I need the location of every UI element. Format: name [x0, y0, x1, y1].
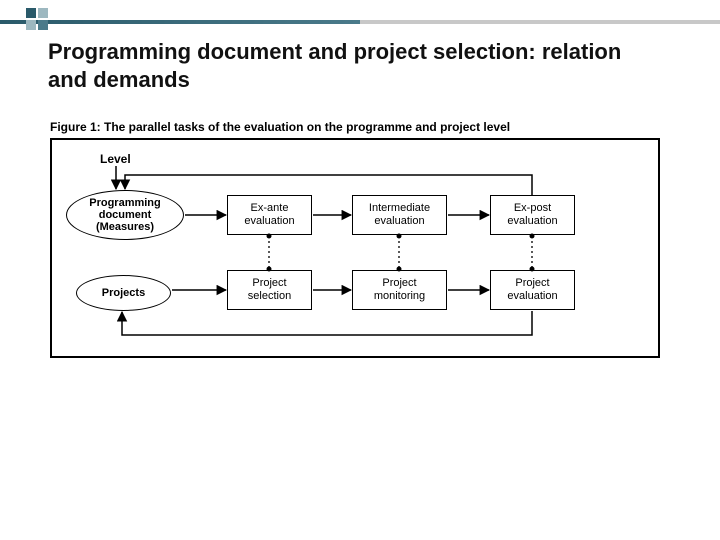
box-project-selection: Project selection: [227, 270, 312, 310]
figure-caption: Figure 1: The parallel tasks of the eval…: [50, 120, 660, 134]
level-programming-document: Programming document (Measures): [66, 190, 184, 240]
level-prog-line3: (Measures): [96, 221, 154, 233]
b22-l1: Project: [357, 277, 442, 290]
figure-frame: Level Programming document (Measures) Ex…: [50, 138, 660, 358]
box-project-monitoring: Project monitoring: [352, 270, 447, 310]
b12-l1: Intermediate: [357, 202, 442, 215]
slide-title: Programming document and project selecti…: [48, 38, 660, 93]
level-heading: Level: [100, 152, 131, 166]
slide-top-rule: [0, 20, 720, 24]
b23-l1: Project: [495, 277, 570, 290]
box-project-evaluation: Project evaluation: [490, 270, 575, 310]
level-projects-label: Projects: [102, 287, 145, 299]
level-projects: Projects: [76, 275, 171, 311]
box-ex-post-evaluation: Ex-post evaluation: [490, 195, 575, 235]
decorative-squares: [26, 8, 48, 30]
b22-l2: monitoring: [357, 290, 442, 303]
level-prog-line1: Programming: [89, 197, 161, 209]
b13-l2: evaluation: [495, 215, 570, 228]
box-intermediate-evaluation: Intermediate evaluation: [352, 195, 447, 235]
box-ex-ante-evaluation: Ex-ante evaluation: [227, 195, 312, 235]
b12-l2: evaluation: [357, 215, 442, 228]
b21-l1: Project: [232, 277, 307, 290]
b13-l1: Ex-post: [495, 202, 570, 215]
level-prog-line2: document: [99, 209, 152, 221]
b11-l2: evaluation: [232, 215, 307, 228]
b11-l1: Ex-ante: [232, 202, 307, 215]
b21-l2: selection: [232, 290, 307, 303]
connectors: [52, 140, 662, 360]
figure-container: Figure 1: The parallel tasks of the eval…: [50, 120, 660, 358]
b23-l2: evaluation: [495, 290, 570, 303]
